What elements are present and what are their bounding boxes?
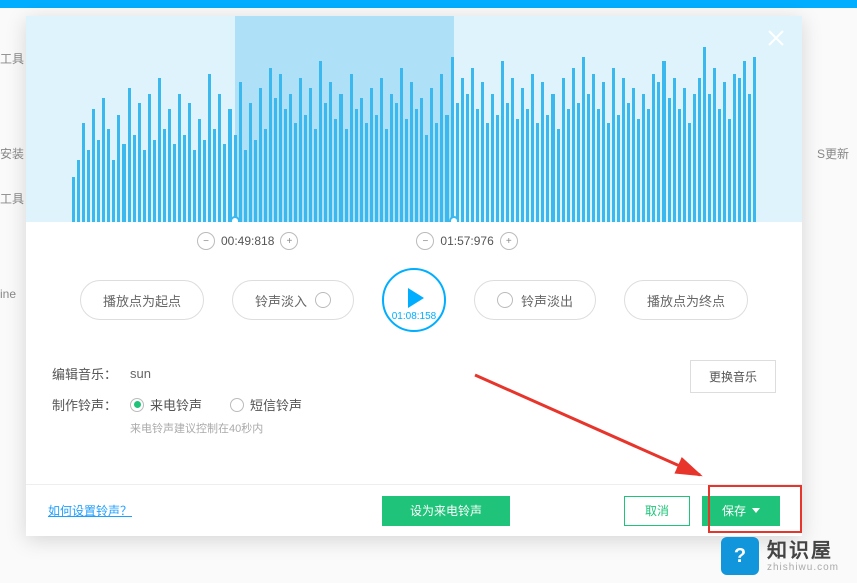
edit-music-row: 编辑音乐： sun (52, 364, 776, 383)
label: 短信铃声 (250, 395, 302, 414)
fade-out-button[interactable]: 铃声淡出 (474, 280, 596, 320)
make-ringtone-label: 制作铃声： (52, 395, 130, 414)
logo-text: 知识屋 (767, 540, 839, 562)
end-time-value: 01:57:976 (440, 234, 493, 248)
bg-text: 工具 (0, 190, 24, 207)
radio-checked-icon (130, 398, 144, 412)
selection-end-handle[interactable] (449, 216, 459, 222)
waveform-bars (26, 16, 802, 222)
save-button[interactable]: 保存 (702, 496, 780, 526)
watermark-logo: ? 知识屋 zhishiwu.com (721, 537, 839, 575)
dialog-footer: 如何设置铃声？ 设为来电铃声 取消 保存 (26, 484, 802, 536)
label: 保存 (722, 502, 746, 519)
waveform-area[interactable] (26, 16, 802, 222)
chevron-down-icon (752, 508, 760, 513)
set-as-ringtone-button[interactable]: 设为来电铃声 (382, 496, 510, 526)
label: 设为来电铃声 (410, 502, 482, 519)
end-time-group: − 01:57:976 + (416, 232, 517, 250)
edit-music-value: sun (130, 366, 151, 381)
help-link[interactable]: 如何设置铃声？ (48, 502, 132, 519)
play-button[interactable]: 01:08:158 (382, 268, 446, 332)
close-button[interactable] (764, 26, 788, 50)
edit-music-label: 编辑音乐： (52, 364, 130, 383)
fade-in-radio-icon (315, 292, 331, 308)
decrease-end-button[interactable]: − (416, 232, 434, 250)
increase-start-button[interactable]: + (280, 232, 298, 250)
bg-text: S更新 (817, 145, 849, 162)
cancel-button[interactable]: 取消 (624, 496, 690, 526)
ringtone-type-row: 制作铃声： 来电铃声 短信铃声 (52, 395, 776, 414)
ringtone-editor-dialog: − 00:49:818 + − 01:57:976 + 播放点为起点 铃声淡入 … (26, 16, 802, 536)
time-row: − 00:49:818 + − 01:57:976 + (26, 222, 802, 260)
set-end-point-button[interactable]: 播放点为终点 (624, 280, 748, 320)
info-section: 编辑音乐： sun 制作铃声： 来电铃声 短信铃声 来电铃声建议控制在40秒内 … (26, 350, 802, 446)
play-duration: 01:08:158 (392, 311, 437, 322)
logo-icon: ? (721, 537, 759, 575)
call-ringtone-radio[interactable]: 来电铃声 (130, 395, 202, 414)
label: 铃声淡出 (521, 291, 573, 310)
fade-out-radio-icon (497, 292, 513, 308)
label: 播放点为终点 (647, 291, 725, 310)
label: 取消 (645, 502, 669, 519)
set-start-point-button[interactable]: 播放点为起点 (80, 280, 204, 320)
logo-subtext: zhishiwu.com (767, 562, 839, 573)
decrease-start-button[interactable]: − (197, 232, 215, 250)
label: 更换音乐 (709, 370, 757, 384)
bg-text: 工具 (0, 50, 24, 67)
controls-row: 播放点为起点 铃声淡入 01:08:158 铃声淡出 播放点为终点 (26, 260, 802, 350)
duration-hint: 来电铃声建议控制在40秒内 (130, 420, 776, 436)
change-music-button[interactable]: 更换音乐 (690, 360, 776, 393)
start-time-value: 00:49:818 (221, 234, 274, 248)
increase-end-button[interactable]: + (500, 232, 518, 250)
bg-text: 安装 (0, 145, 24, 162)
label: 来电铃声 (150, 395, 202, 414)
label: 如何设置铃声？ (48, 504, 132, 518)
selection-start-handle[interactable] (230, 216, 240, 222)
start-time-group: − 00:49:818 + (197, 232, 298, 250)
label: 播放点为起点 (103, 291, 181, 310)
play-icon (408, 288, 424, 308)
sms-ringtone-radio[interactable]: 短信铃声 (230, 395, 302, 414)
radio-unchecked-icon (230, 398, 244, 412)
fade-in-button[interactable]: 铃声淡入 (232, 280, 354, 320)
bg-text: ine (0, 287, 16, 301)
label: 铃声淡入 (255, 291, 307, 310)
background-titlebar (0, 0, 857, 8)
